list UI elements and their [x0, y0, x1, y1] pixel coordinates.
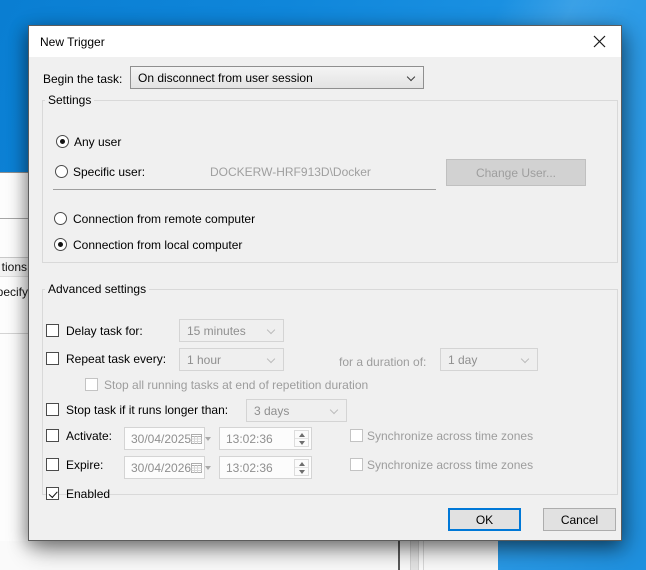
begin-task-label: Begin the task: — [43, 72, 122, 86]
chevron-down-icon — [407, 73, 415, 81]
expire-date-value: 30/04/2026 — [131, 461, 191, 475]
advanced-settings-group: Advanced settings Delay task for: 15 min… — [42, 282, 618, 495]
stop-all-tasks-label: Stop all running tasks at end of repetit… — [104, 378, 368, 392]
spinner-down-icon — [299, 441, 305, 445]
activate-time-value: 13:02:36 — [226, 432, 273, 446]
repeat-task-combobox: 1 hour — [179, 348, 284, 371]
fragment-divider — [0, 333, 28, 334]
any-user-radio[interactable] — [56, 135, 69, 148]
activate-sync-label: Synchronize across time zones — [367, 429, 533, 443]
desktop-background: tions pecify New Trigger Begin the task:… — [0, 0, 646, 570]
chevron-down-icon — [205, 437, 211, 441]
enabled-checkbox[interactable] — [46, 487, 59, 500]
stop-task-label: Stop task if it runs longer than: — [66, 403, 228, 417]
expire-sync-label: Synchronize across time zones — [367, 458, 533, 472]
calendar-icon — [191, 463, 202, 473]
background-window-fragment-left: tions pecify — [0, 172, 28, 541]
chevron-down-icon — [521, 355, 529, 363]
activate-sync-checkbox — [350, 429, 363, 442]
repeat-task-value: 1 hour — [187, 353, 221, 367]
stop-task-combobox: 3 days — [246, 399, 347, 422]
close-button[interactable] — [583, 28, 615, 55]
expire-checkbox[interactable] — [46, 458, 59, 471]
expire-label: Expire: — [66, 458, 103, 472]
specific-user-underline — [53, 189, 436, 190]
duration-value: 1 day — [448, 353, 477, 367]
new-trigger-dialog: New Trigger Begin the task: On disconnec… — [28, 25, 622, 541]
activate-checkbox[interactable] — [46, 429, 59, 442]
expire-time-field: 13:02:36 — [219, 456, 312, 479]
spinner-up-icon — [299, 462, 305, 466]
remote-connection-label: Connection from remote computer — [73, 212, 255, 226]
specific-user-label: Specific user: — [73, 165, 145, 179]
expire-time-value: 13:02:36 — [226, 461, 273, 475]
any-user-label: Any user — [74, 135, 121, 149]
advanced-settings-group-label: Advanced settings — [45, 282, 149, 296]
fragment-window-edge — [423, 541, 424, 570]
repeat-task-label: Repeat task every: — [66, 352, 166, 366]
time-spinner — [294, 459, 309, 476]
close-icon — [593, 35, 606, 48]
specific-user-value: DOCKERW-HRF913D\Docker — [210, 165, 371, 179]
chevron-down-icon — [205, 466, 211, 470]
delay-task-label: Delay task for: — [66, 324, 143, 338]
settings-group-label: Settings — [45, 93, 94, 107]
activate-label: Activate: — [66, 429, 112, 443]
time-spinner — [294, 430, 309, 447]
ok-button[interactable]: OK — [448, 508, 521, 531]
cancel-button[interactable]: Cancel — [543, 508, 616, 531]
expire-sync-checkbox — [350, 458, 363, 471]
spinner-down-icon — [299, 470, 305, 474]
background-window-fragment-bottom — [0, 541, 498, 570]
stop-all-tasks-checkbox — [85, 378, 98, 391]
enabled-label: Enabled — [66, 487, 110, 501]
dialog-titlebar: New Trigger — [29, 26, 621, 57]
duration-label: for a duration of: — [339, 355, 426, 369]
chevron-down-icon — [267, 326, 275, 334]
delay-task-checkbox[interactable] — [46, 324, 59, 337]
fragment-window-edge — [398, 541, 400, 570]
remote-connection-radio[interactable] — [54, 212, 67, 225]
local-connection-label: Connection from local computer — [73, 238, 242, 252]
delay-task-combobox: 15 minutes — [179, 319, 284, 342]
stop-task-value: 3 days — [254, 404, 289, 418]
activate-date-field: 30/04/2025 — [124, 427, 205, 450]
begin-task-combobox[interactable]: On disconnect from user session — [130, 66, 424, 89]
chevron-down-icon — [267, 355, 275, 363]
dialog-title: New Trigger — [40, 35, 105, 49]
fragment-scrollbar — [410, 541, 419, 570]
activate-date-value: 30/04/2025 — [131, 432, 191, 446]
stop-task-checkbox[interactable] — [46, 403, 59, 416]
chevron-down-icon — [330, 406, 338, 414]
fragment-tab-strip: tions — [0, 257, 28, 277]
fragment-text-specify: pecify — [0, 283, 28, 301]
delay-task-value: 15 minutes — [187, 324, 246, 338]
begin-task-value: On disconnect from user session — [138, 71, 313, 85]
spinner-up-icon — [299, 433, 305, 437]
specific-user-radio[interactable] — [55, 165, 68, 178]
duration-combobox: 1 day — [440, 348, 538, 371]
change-user-button: Change User... — [446, 159, 586, 186]
calendar-icon — [191, 434, 202, 444]
expire-date-field: 30/04/2026 — [124, 456, 205, 479]
repeat-task-checkbox[interactable] — [46, 352, 59, 365]
local-connection-radio[interactable] — [54, 238, 67, 251]
settings-group: Settings Any user Specific user: DOCKERW… — [42, 93, 618, 263]
fragment-text-actions: tions — [2, 260, 27, 274]
activate-time-field: 13:02:36 — [219, 427, 312, 450]
fragment-divider — [0, 218, 28, 219]
